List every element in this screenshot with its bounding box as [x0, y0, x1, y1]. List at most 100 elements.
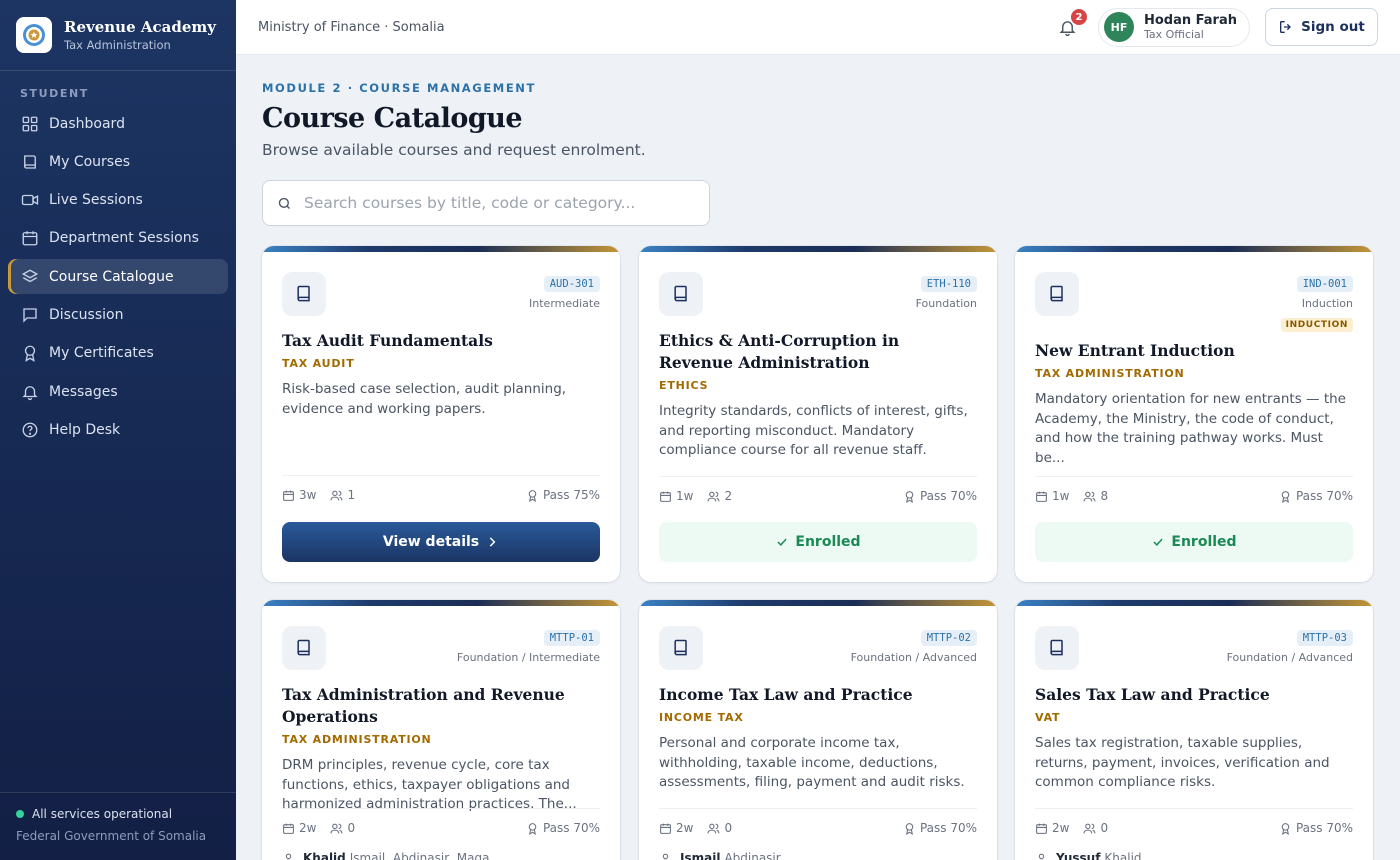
course-meta: 1w 8 Pass 70% [1035, 476, 1353, 503]
course-card: MTTP-01 Foundation / Intermediate Tax Ad… [262, 600, 620, 860]
sidebar-item-my-courses[interactable]: My Courses [8, 144, 228, 179]
sidebar-item-label: My Certificates [49, 345, 154, 362]
course-meta: 1w 2 Pass 70% [659, 476, 977, 503]
user-role: Tax Official [1144, 28, 1204, 41]
award-icon [528, 822, 537, 835]
course-learners: 1 [347, 488, 356, 502]
course-learners: 0 [724, 821, 733, 835]
course-description: Integrity standards, conflicts of intere… [659, 403, 968, 458]
chat-icon [23, 308, 37, 323]
sidebar-item-label: Discussion [49, 306, 124, 323]
course-meta: 2w 0 Pass 70% [659, 808, 977, 835]
page-title: Course Catalogue [262, 103, 523, 134]
sidebar-item-label: Course Catalogue [49, 268, 174, 285]
course-code: MTTP-03 [1296, 630, 1353, 646]
course-title: Tax Audit Fundamentals [282, 331, 493, 350]
book-icon [659, 626, 703, 670]
avatar: HF [1104, 12, 1134, 42]
notifications-button[interactable]: 2 [1052, 9, 1087, 42]
book-icon [1035, 626, 1079, 670]
other-instructors: Khalid [1104, 851, 1142, 860]
sidebar-item-department-sessions[interactable]: Department Sessions [8, 221, 228, 256]
sidebar-item-dashboard[interactable]: Dashboard [8, 106, 228, 141]
sidebar-item-discussion[interactable]: Discussion [8, 297, 228, 332]
view-details-button[interactable]: View details [282, 522, 600, 562]
search-input[interactable] [304, 194, 684, 212]
sign-out-button[interactable]: Sign out [1265, 8, 1378, 46]
users-icon [707, 823, 720, 833]
users-icon [330, 823, 343, 833]
sidebar-item-course-catalogue[interactable]: Course Catalogue [8, 259, 228, 295]
sidebar-item-my-certificates[interactable]: My Certificates [8, 336, 228, 371]
check-icon [777, 538, 788, 546]
course-duration: 1w [676, 489, 694, 503]
calendar-icon [283, 490, 294, 501]
users-icon [707, 491, 720, 501]
sidebar: Revenue Academy Tax Administration STUDE… [0, 0, 236, 860]
sidebar-footer: All services operational Federal Governm… [0, 792, 236, 860]
course-description: Mandatory orientation for new entrants —… [1035, 391, 1346, 466]
course-duration: 2w [676, 821, 694, 835]
course-category: INCOME TAX [659, 711, 744, 724]
course-code: MTTP-01 [543, 630, 600, 646]
course-pass-mark: Pass 75% [542, 488, 600, 502]
sidebar-item-label: Dashboard [49, 115, 125, 132]
book-icon [1035, 272, 1079, 316]
search-box[interactable] [262, 180, 710, 226]
nav-section-label: STUDENT [20, 87, 89, 100]
other-instructors: Abdinasir [724, 851, 781, 860]
course-pass-mark: Pass 70% [542, 821, 600, 835]
course-card: AUD-301 Intermediate Tax Audit Fundament… [262, 246, 620, 582]
course-instructors: Khalid Ismail, Abdinasir, Maga [282, 851, 489, 860]
course-pass-mark: Pass 70% [919, 489, 977, 503]
brand[interactable]: Revenue Academy Tax Administration [0, 0, 236, 71]
notification-count-badge: 2 [1071, 9, 1087, 25]
course-category: TAX ADMINISTRATION [282, 733, 432, 746]
course-pass-mark: Pass 70% [1295, 489, 1353, 503]
user-icon [662, 853, 669, 860]
course-learners: 0 [1100, 821, 1109, 835]
grid-icon [22, 116, 38, 131]
course-category: VAT [1035, 711, 1061, 724]
course-level: Foundation / Advanced [850, 651, 977, 664]
sidebar-item-help-desk[interactable]: Help Desk [8, 412, 228, 447]
award-icon [528, 489, 537, 502]
award-icon [1281, 490, 1290, 503]
user-menu[interactable]: HF Hodan Farah Tax Official [1098, 7, 1250, 47]
topbar: Ministry of Finance · Somalia 2 HF Hodan… [236, 0, 1400, 55]
course-meta: 2w 0 Pass 70% [282, 808, 600, 835]
course-code: ETH-110 [920, 276, 977, 292]
calendar-icon [660, 823, 671, 834]
chevron-right-icon [489, 537, 496, 547]
sidebar-item-live-sessions[interactable]: Live Sessions [8, 183, 228, 218]
course-code: AUD-301 [543, 276, 600, 292]
course-category: TAX ADMINISTRATION [1035, 367, 1185, 380]
course-duration: 1w [1052, 489, 1070, 503]
course-category: ETHICS [659, 379, 709, 392]
course-title: Tax Administration and Revenue Operation… [282, 685, 565, 726]
course-learners: 0 [347, 821, 356, 835]
course-duration: 2w [1052, 821, 1070, 835]
sidebar-item-messages[interactable]: Messages [8, 374, 228, 409]
course-duration: 3w [299, 488, 317, 502]
course-card: MTTP-02 Foundation / Advanced Income Tax… [639, 600, 997, 860]
lead-instructor: Khalid [303, 851, 346, 860]
course-instructors: Ismail Abdinasir [659, 851, 781, 860]
government-label: Federal Government of Somalia [16, 829, 207, 843]
calendar-icon [660, 491, 671, 502]
course-level: Foundation [915, 297, 977, 310]
course-duration: 2w [299, 821, 317, 835]
help-icon [22, 422, 38, 438]
award-icon [905, 490, 914, 503]
course-pass-mark: Pass 70% [919, 821, 977, 835]
app-title: Revenue Academy [64, 17, 216, 36]
course-card: ETH-110 Foundation Ethics & Anti-Corrupt… [639, 246, 997, 582]
book-icon [282, 626, 326, 670]
course-level: Foundation / Intermediate [456, 651, 600, 664]
system-status: All services operational [16, 807, 220, 821]
enrolled-status: Enrolled [659, 522, 977, 562]
layers-icon [21, 269, 39, 282]
course-title: Ethics & Anti-Corruption in Revenue Admi… [659, 331, 900, 372]
calendar-icon [1036, 491, 1047, 502]
course-title: New Entrant Induction [1035, 341, 1235, 360]
